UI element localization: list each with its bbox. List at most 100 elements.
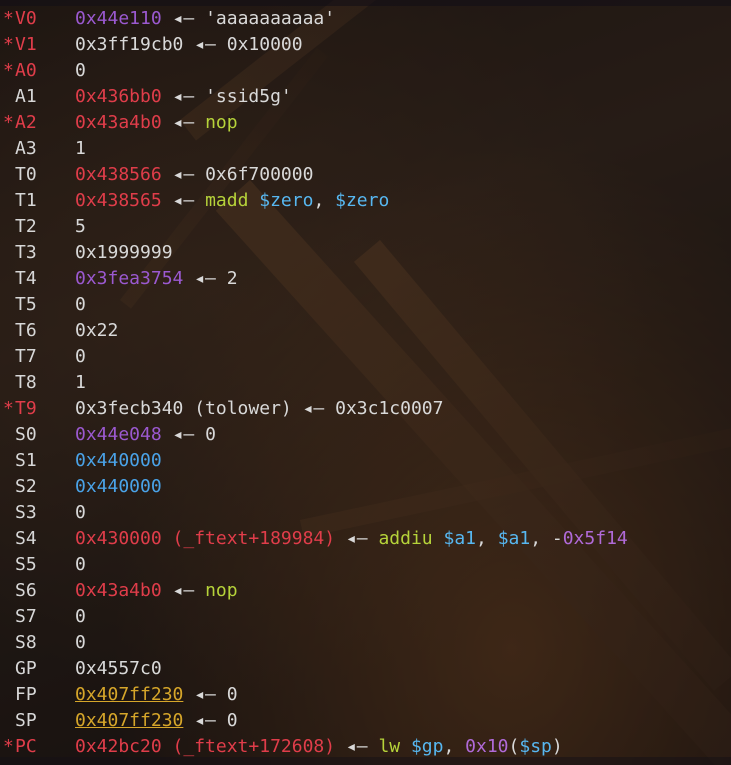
- register-row: FP 0x407ff230 ◂— 0: [0, 682, 731, 708]
- register-row: T1 0x438565 ◂— madd $zero, $zero: [0, 188, 731, 214]
- register-name: T2: [15, 216, 37, 237]
- register-value-line: 0: [75, 500, 731, 526]
- register-name: S1: [15, 450, 37, 471]
- register-value-line: 0x43a4b0 ◂— nop: [75, 110, 731, 136]
- register-value: 0x440000: [75, 476, 162, 497]
- symbol-annotation: (_ftext+189984): [161, 528, 336, 549]
- instruction-register: $sp: [519, 736, 552, 757]
- register-name: S8: [15, 632, 37, 653]
- register-panel: * V0 0x44e110 ◂— 'aaaaaaaaaa' * V1 0x3ff19cb0…: [0, 6, 731, 760]
- register-value: 0x440000: [75, 450, 162, 471]
- deref-arrow: ◂—: [335, 736, 379, 757]
- register-value-line: 0: [75, 630, 731, 656]
- register-row: T7 0: [0, 344, 731, 370]
- bottom-edge-strip: [0, 757, 731, 765]
- instruction-mnemonic: addiu: [378, 528, 444, 549]
- instruction-mnemonic: lw: [378, 736, 411, 757]
- register-row: * V0 0x44e110 ◂— 'aaaaaaaaaa': [0, 6, 731, 32]
- register-name: V0: [15, 8, 37, 29]
- register-name: SP: [15, 710, 37, 731]
- changed-marker: *: [3, 60, 14, 81]
- deref-arrow: ◂—: [183, 684, 227, 705]
- register-name: S4: [15, 528, 37, 549]
- deref-arrow: ◂—: [161, 86, 206, 107]
- deref-arrow: ◂—: [161, 424, 206, 445]
- register-value: 0x430000: [75, 528, 162, 549]
- register-row: T4 0x3fea3754 ◂— 2: [0, 266, 731, 292]
- changed-marker: *: [3, 398, 14, 419]
- changed-marker: *: [3, 112, 14, 133]
- register-value: 0x3ff19cb0: [75, 34, 184, 55]
- register-value: 0: [75, 554, 86, 575]
- register-value-line: 0: [75, 292, 731, 318]
- register-name: FP: [15, 684, 37, 705]
- register-value: 0: [75, 502, 86, 523]
- register-value: 0x438565: [75, 190, 162, 211]
- register-row: T2 5: [0, 214, 731, 240]
- register-value-line: 0x407ff230 ◂— 0: [75, 682, 731, 708]
- instruction-immediate: 0x5f14: [562, 528, 628, 549]
- register-row: S1 0x440000: [0, 448, 731, 474]
- register-row: S4 0x430000 (_ftext+189984) ◂— addiu $a1,…: [0, 526, 731, 552]
- register-name: S7: [15, 606, 37, 627]
- register-row: A3 1: [0, 136, 731, 162]
- register-row: A1 0x436bb0 ◂— 'ssid5g': [0, 84, 731, 110]
- register-value: 0x438566: [75, 164, 162, 185]
- register-value-line: 0x430000 (_ftext+189984) ◂— addiu $a1, $…: [75, 526, 731, 552]
- register-name: S6: [15, 580, 37, 601]
- register-value: 0x407ff230: [75, 710, 184, 731]
- register-value: 0x436bb0: [75, 86, 162, 107]
- register-value-line: 0: [75, 552, 731, 578]
- instruction-punctuation: ,: [476, 528, 498, 549]
- changed-marker: *: [3, 34, 14, 55]
- symbol-annotation: (_ftext+172608): [161, 736, 336, 757]
- deref-arrow: ◂—: [183, 710, 227, 731]
- instruction-mnemonic: nop: [205, 112, 238, 133]
- register-value: 0: [75, 60, 86, 81]
- register-value-line: 0x43a4b0 ◂— nop: [75, 578, 731, 604]
- register-name: V1: [15, 34, 37, 55]
- deref-arrow: ◂—: [161, 8, 206, 29]
- instruction-register: $a1: [497, 528, 531, 549]
- register-value: 0x407ff230: [75, 684, 184, 705]
- instruction-punctuation: , -: [530, 528, 563, 549]
- register-value-line: 0x22: [75, 318, 731, 344]
- register-name: T9: [15, 398, 37, 419]
- deref-value: 0x6f700000: [205, 164, 314, 185]
- register-row: SP 0x407ff230 ◂— 0: [0, 708, 731, 734]
- register-value: 0x4557c0: [75, 658, 162, 679]
- register-value: 5: [75, 216, 86, 237]
- register-value-line: 0x438566 ◂— 0x6f700000: [75, 162, 731, 188]
- register-value: 0: [75, 632, 86, 653]
- register-row: S2 0x440000: [0, 474, 731, 500]
- register-value: 0x22: [75, 320, 119, 341]
- register-name: GP: [15, 658, 37, 679]
- register-row: S3 0: [0, 500, 731, 526]
- deref-value: 0: [226, 684, 238, 705]
- deref-value: 'aaaaaaaaaa': [205, 8, 336, 29]
- register-row: * A2 0x43a4b0 ◂— nop: [0, 110, 731, 136]
- deref-arrow: ◂—: [161, 112, 206, 133]
- register-value-line: 0: [75, 344, 731, 370]
- register-row: S8 0: [0, 630, 731, 656]
- register-row: T3 0x1999999: [0, 240, 731, 266]
- register-name: S2: [15, 476, 37, 497]
- register-value: 0: [75, 606, 86, 627]
- register-value-line: 0x4557c0: [75, 656, 731, 682]
- register-value: 0x43a4b0: [75, 580, 162, 601]
- deref-value: 0x10000: [226, 34, 303, 55]
- register-name: A0: [15, 60, 37, 81]
- register-row: S6 0x43a4b0 ◂— nop: [0, 578, 731, 604]
- register-row: T0 0x438566 ◂— 0x6f700000: [0, 162, 731, 188]
- register-value-line: 0x440000: [75, 474, 731, 500]
- register-value: 0x44e110: [75, 8, 162, 29]
- register-value-line: 0x44e110 ◂— 'aaaaaaaaaa': [75, 6, 731, 32]
- deref-value: 2: [226, 268, 238, 289]
- instruction-punctuation: ,: [443, 736, 466, 757]
- instruction-punctuation: ,: [313, 190, 336, 211]
- register-value: 0x43a4b0: [75, 112, 162, 133]
- changed-marker: *: [3, 8, 14, 29]
- register-value-line: 0x407ff230 ◂— 0: [75, 708, 731, 734]
- deref-arrow: ◂—: [183, 268, 227, 289]
- register-value: 0x3fea3754: [75, 268, 184, 289]
